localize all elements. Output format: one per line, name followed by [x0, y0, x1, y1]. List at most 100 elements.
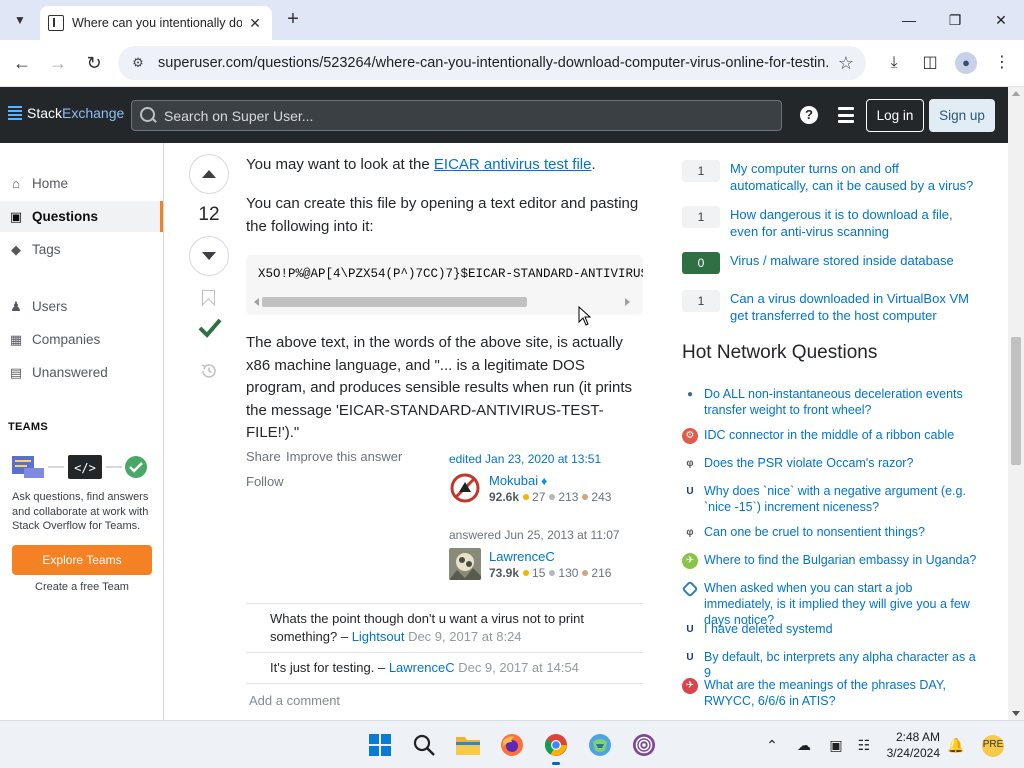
scroll-down-icon[interactable] — [1012, 711, 1020, 716]
minimize-icon[interactable]: — — [896, 8, 922, 32]
display-icon[interactable]: ▣ — [826, 735, 846, 755]
create-team-link[interactable]: Create a free Team — [12, 581, 152, 593]
downvote-button[interactable] — [189, 236, 229, 276]
search-icon — [140, 106, 158, 125]
restore-icon[interactable]: ❐ — [942, 8, 968, 32]
search-icon[interactable] — [408, 729, 440, 761]
eicar-link[interactable]: EICAR antivirus test file — [434, 156, 592, 173]
file-explorer-icon[interactable] — [452, 729, 484, 761]
page-scrollbar[interactable] — [1008, 87, 1024, 720]
avatar[interactable] — [449, 472, 481, 504]
chrome-icon[interactable] — [540, 729, 572, 765]
avatar[interactable] — [449, 548, 481, 580]
bookmark-icon[interactable] — [202, 290, 215, 306]
improve-answer-link[interactable]: Improve this answer — [286, 449, 402, 464]
sidebar-item-label: Users — [32, 299, 68, 314]
teams-description: Ask questions, find answers and collabor… — [12, 491, 149, 532]
scroll-left-icon[interactable] — [254, 298, 259, 306]
silver-badge-icon — [549, 570, 556, 576]
scroll-up-icon[interactable] — [1012, 91, 1020, 96]
help-icon[interactable]: ? — [800, 106, 818, 124]
answer-paragraph-1: You may want to look at the EICAR antivi… — [246, 154, 646, 177]
answer-paragraph-3: The above text, in the words of the abov… — [246, 334, 633, 441]
sidebar-item-home[interactable]: ⌂ Home — [0, 168, 163, 199]
comment: Whats the point though don't u want a vi… — [246, 604, 643, 653]
browser-tab[interactable]: Where can you intentionally do ✕ — [40, 6, 272, 40]
comment-date[interactable]: Dec 9, 2017 at 8:24 — [404, 629, 521, 644]
sidebar-item-companies[interactable]: ▦ Companies — [0, 324, 163, 355]
tab-search-icon[interactable]: ▼ — [8, 8, 32, 32]
hnq-link[interactable]: Do ALL non-instantaneous deceleration ev… — [704, 386, 979, 418]
related-question-link[interactable]: Can a virus downloaded in VirtualBox VM … — [730, 290, 975, 324]
bookmark-star-icon[interactable]: ☆ — [838, 53, 854, 74]
profile-icon[interactable]: ● — [955, 52, 977, 74]
comment-user-link[interactable]: LawrenceC — [389, 660, 455, 675]
scrollbar-thumb[interactable] — [262, 297, 527, 307]
hnq-item[interactable]: U Why does `nice` with a negative argume… — [682, 483, 982, 515]
sidebar-item-unanswered[interactable]: ▤ Unanswered — [0, 357, 163, 388]
browser-menu-icon[interactable]: ⋮ — [991, 52, 1013, 74]
new-tab-icon[interactable]: + — [282, 8, 304, 30]
forward-icon[interactable]: → — [46, 51, 70, 75]
companies-icon: ▦ — [9, 331, 23, 347]
upvote-button[interactable] — [189, 154, 229, 194]
author-name[interactable]: LawrenceC — [489, 549, 555, 564]
comment-date[interactable]: Dec 9, 2017 at 14:54 — [455, 660, 579, 675]
hnq-item[interactable]: When asked when you can start a job imme… — [681, 580, 982, 627]
stackexchange-logo[interactable]: Stack Exchange — [8, 105, 124, 121]
hnq-link[interactable]: Why does `nice` with a negative argument… — [704, 483, 979, 515]
history-icon[interactable] — [200, 362, 218, 380]
search-input[interactable] — [164, 107, 764, 124]
hnq-link[interactable]: I have deleted systemd — [704, 621, 979, 637]
back-icon[interactable]: ← — [10, 51, 34, 75]
sidebar-item-users[interactable]: ♟ Users — [0, 291, 163, 322]
hnq-link[interactable]: Where to find the Bulgarian embassy in U… — [704, 552, 979, 568]
hnq-item[interactable]: ✈ What are the meanings of the phrases D… — [682, 677, 982, 709]
download-icon[interactable]: ⤓ — [883, 52, 905, 74]
site-switcher-icon[interactable] — [838, 107, 854, 123]
hnq-link[interactable]: Does the PSR violate Occam's razor? — [704, 455, 979, 471]
related-question-link[interactable]: How dangerous it is to download a file, … — [730, 206, 975, 240]
hnq-item[interactable]: ● Do ALL non-instantaneous deceleration … — [682, 386, 982, 418]
app-icon[interactable] — [584, 729, 616, 761]
follow-link[interactable]: Follow — [246, 474, 284, 489]
notification-bell-icon[interactable]: 🔔 — [946, 735, 966, 755]
related-question-link[interactable]: Virus / malware stored inside database — [730, 252, 975, 269]
moderator-diamond-icon: ♦ — [541, 474, 548, 488]
bronze-badge-icon — [582, 494, 589, 500]
taskbar-clock[interactable]: 2:48 AM 3/24/2024 — [880, 729, 940, 761]
editor-name[interactable]: Mokubai ♦ — [489, 473, 547, 488]
comment-user-link[interactable]: Lightsout — [352, 629, 405, 644]
related-question-link[interactable]: My computer turns on and off automatical… — [730, 160, 975, 194]
widgets-icon[interactable]: PRE — [982, 735, 1004, 757]
share-link[interactable]: Share — [246, 449, 281, 464]
sidebar-item-questions[interactable]: ▣ Questions — [0, 201, 163, 232]
cloud-offline-icon[interactable]: ☁ — [794, 735, 814, 755]
tor-browser-icon[interactable] — [628, 729, 660, 761]
site-info-icon[interactable]: ⚙ — [128, 55, 148, 71]
signup-button[interactable]: Sign up — [929, 99, 995, 132]
firefox-icon[interactable] — [496, 729, 528, 761]
address-bar[interactable]: ⚙ superuser.com/questions/523264/where-c… — [118, 46, 866, 80]
show-hidden-icons-icon[interactable]: ⌃ — [762, 735, 782, 755]
url-text[interactable]: superuser.com/questions/523264/where-can… — [158, 55, 828, 71]
hnq-link[interactable]: What are the meanings of the phrases DAY… — [704, 677, 979, 709]
network-icon[interactable]: ☷ — [854, 735, 874, 755]
side-panel-icon[interactable]: ◫ — [919, 52, 941, 74]
scroll-right-icon[interactable] — [625, 298, 630, 306]
tab-title: Where can you intentionally do — [72, 16, 242, 30]
tab-close-icon[interactable]: ✕ — [246, 14, 264, 32]
scrollbar-thumb[interactable] — [1011, 337, 1021, 465]
windows-start-icon[interactable] — [364, 729, 396, 761]
hnq-link[interactable]: Can one be cruel to nonsentient things? — [704, 524, 979, 540]
sidebar-item-tags[interactable]: ◆ Tags — [0, 234, 163, 265]
explore-teams-button[interactable]: Explore Teams — [12, 545, 152, 575]
hnq-link[interactable]: IDC connector in the middle of a ribbon … — [704, 427, 979, 443]
edited-date[interactable]: Jan 23, 2020 at 13:51 — [485, 452, 601, 466]
arrow-up-icon — [202, 170, 216, 178]
add-comment-link[interactable]: Add a comment — [249, 693, 340, 708]
edited-prefix[interactable]: edited — [449, 452, 485, 466]
window-close-icon[interactable]: ✕ — [988, 8, 1014, 32]
reload-icon[interactable]: ↻ — [82, 51, 106, 75]
login-button[interactable]: Log in — [866, 99, 924, 132]
